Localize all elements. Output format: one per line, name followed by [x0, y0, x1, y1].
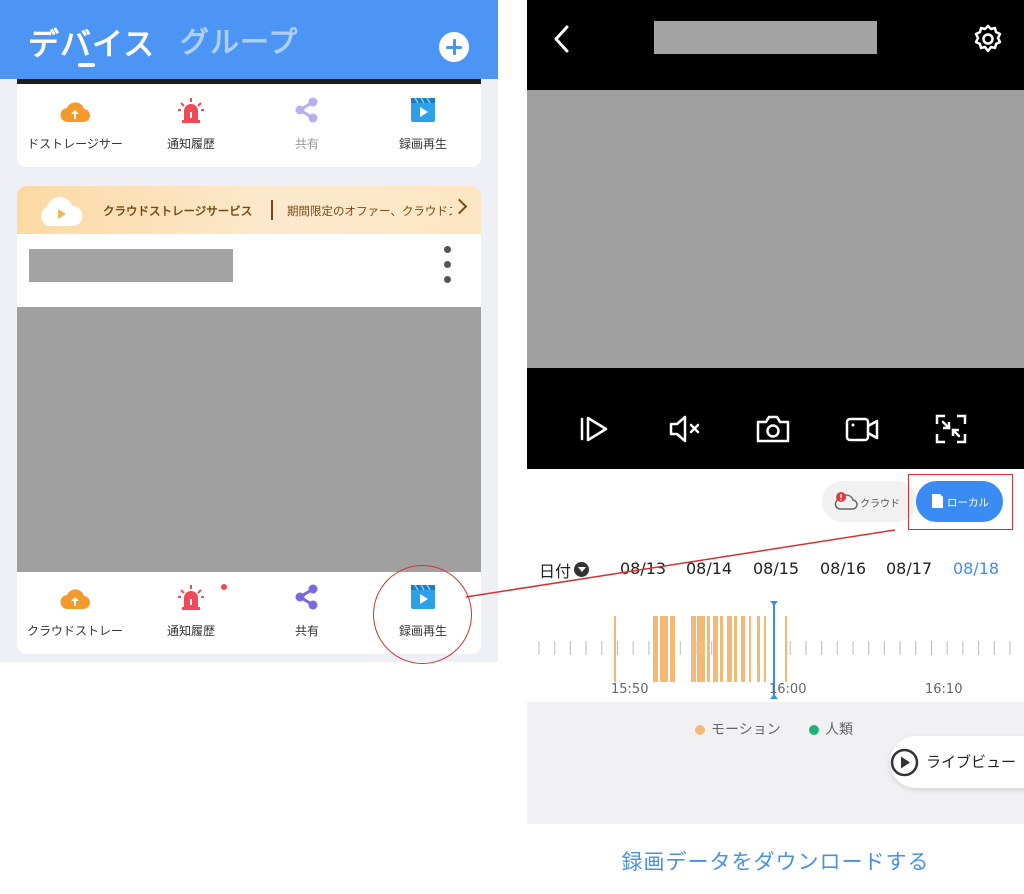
cloud-storage-button[interactable]: クラウドストレー [17, 574, 133, 654]
motion-event-bar[interactable] [660, 616, 668, 682]
motion-event-bar[interactable] [741, 616, 745, 682]
notification-history-button[interactable]: 通知履歴 [133, 87, 249, 167]
playback-button[interactable]: 録画再生 [365, 87, 481, 167]
dropdown-triangle-icon[interactable] [574, 562, 589, 577]
device-card-top: ドストレージサー 通知履歴 共有 録画再生 [17, 70, 481, 167]
live-view-button[interactable]: ライブビュー [890, 736, 1024, 788]
action-label: ドストレージサー [27, 137, 123, 151]
app-header: デバイス グループ [0, 0, 498, 79]
action-label: 録画再生 [398, 137, 447, 151]
playback-screen: クラウド ローカル 日付 08/13 08/14 08/15 08/16 08/… [527, 0, 1024, 894]
action-label: 通知履歴 [166, 624, 215, 638]
date-item-selected[interactable]: 08/18 [953, 559, 999, 578]
tab-indicator [78, 63, 95, 67]
time-label: 16:00 [769, 682, 807, 697]
video-playback-icon [411, 98, 435, 122]
action-label: クラウドストレー [26, 624, 123, 638]
motion-event-bar[interactable] [614, 616, 616, 682]
date-item[interactable]: 08/17 [886, 559, 932, 578]
download-recording-link[interactable]: 録画データをダウンロードする [527, 846, 1024, 876]
motion-event-bar[interactable] [707, 616, 710, 682]
mute-icon[interactable] [667, 413, 703, 445]
promo-cloud-icon [40, 197, 83, 226]
highlight-annotation [908, 474, 1013, 530]
share-button[interactable]: 共有 [249, 574, 365, 654]
time-label: 16:10 [925, 682, 963, 697]
promo-subtitle: 期間限定のオファー、クラウドストレージ [287, 204, 452, 218]
notification-history-button[interactable]: 通知履歴 [133, 574, 249, 654]
promo-divider [271, 200, 273, 220]
action-label: 共有 [294, 137, 319, 151]
human-legend-label: 人類 [825, 722, 853, 738]
promo-title: クラウドストレージサービス [103, 204, 253, 218]
motion-event-bar[interactable] [757, 616, 760, 682]
cloud-storage-icon [60, 102, 90, 123]
motion-event-bar[interactable] [749, 616, 751, 682]
playback-header [527, 0, 1024, 90]
cloud-promo-banner[interactable]: クラウドストレージサービス 期間限定のオファー、クラウドストレージ [17, 186, 481, 234]
play-icon[interactable] [577, 413, 613, 445]
fullscreen-icon[interactable] [933, 413, 969, 445]
motion-legend-label: モーション [711, 722, 781, 738]
cloud-storage-button[interactable]: ドストレージサー [17, 87, 133, 167]
share-button[interactable]: 共有 [249, 87, 365, 167]
device-name-row [17, 234, 481, 307]
gear-icon[interactable] [973, 24, 1003, 54]
tab-devices[interactable]: デバイス [28, 19, 155, 64]
share-icon [295, 584, 318, 610]
date-item[interactable]: 08/14 [686, 559, 732, 578]
device-list-screen: ドストレージサー 通知履歴 共有 録画再生 デバイス グループ クラウドストレー… [0, 0, 498, 662]
player-controls [527, 368, 1024, 469]
cloud-storage-icon [60, 589, 90, 610]
motion-event-bar[interactable] [691, 616, 696, 682]
cloud-alert-icon [834, 492, 858, 510]
recording-timeline[interactable]: 15:50 16:00 16:10 [527, 598, 1024, 702]
motion-event-bar[interactable] [697, 616, 705, 682]
motion-event-bar[interactable] [670, 616, 675, 682]
motion-event-bar[interactable] [734, 616, 737, 682]
device-action-row: ドストレージサー 通知履歴 共有 録画再生 [17, 87, 481, 167]
alarm-siren-icon [178, 98, 204, 123]
highlight-annotation-circle [373, 565, 472, 664]
cloud-toggle-label: クラウド [860, 499, 900, 510]
event-legend: モーション 人類 ライブビュー [527, 702, 1024, 824]
more-options-icon[interactable] [443, 246, 453, 286]
tab-groups[interactable]: グループ [180, 19, 298, 61]
camera-preview[interactable] [17, 307, 481, 572]
date-item[interactable]: 08/15 [753, 559, 799, 578]
alarm-siren-icon [178, 585, 204, 610]
video-player[interactable] [527, 90, 1024, 368]
motion-event-bar[interactable] [727, 616, 732, 682]
add-device-button[interactable] [439, 32, 469, 62]
motion-event-bar[interactable] [653, 616, 658, 682]
motion-event-bar[interactable] [720, 616, 723, 682]
camera-name-redacted [654, 21, 877, 54]
motion-legend-dot [695, 725, 705, 735]
cloud-storage-toggle[interactable]: クラウド [822, 481, 917, 522]
record-video-icon[interactable] [844, 413, 880, 445]
device-name-redacted [29, 249, 233, 282]
date-item[interactable]: 08/16 [820, 559, 866, 578]
motion-event-bar[interactable] [785, 616, 787, 682]
action-label: 共有 [294, 624, 319, 638]
camera-snapshot-icon[interactable] [755, 413, 791, 445]
date-item[interactable]: 08/13 [620, 559, 666, 578]
motion-event-bar[interactable] [764, 616, 766, 682]
back-arrow-icon[interactable] [550, 24, 574, 54]
time-label: 15:50 [611, 682, 649, 697]
share-icon [295, 97, 318, 123]
date-filter-label[interactable]: 日付 [539, 558, 571, 582]
notification-badge [221, 584, 227, 590]
live-view-label: ライブビュー [926, 753, 1017, 771]
chevron-right-icon [451, 198, 468, 215]
human-legend-dot [809, 725, 819, 735]
motion-event-bar[interactable] [713, 616, 718, 682]
action-label: 通知履歴 [166, 137, 215, 151]
play-circle-icon [890, 748, 919, 777]
